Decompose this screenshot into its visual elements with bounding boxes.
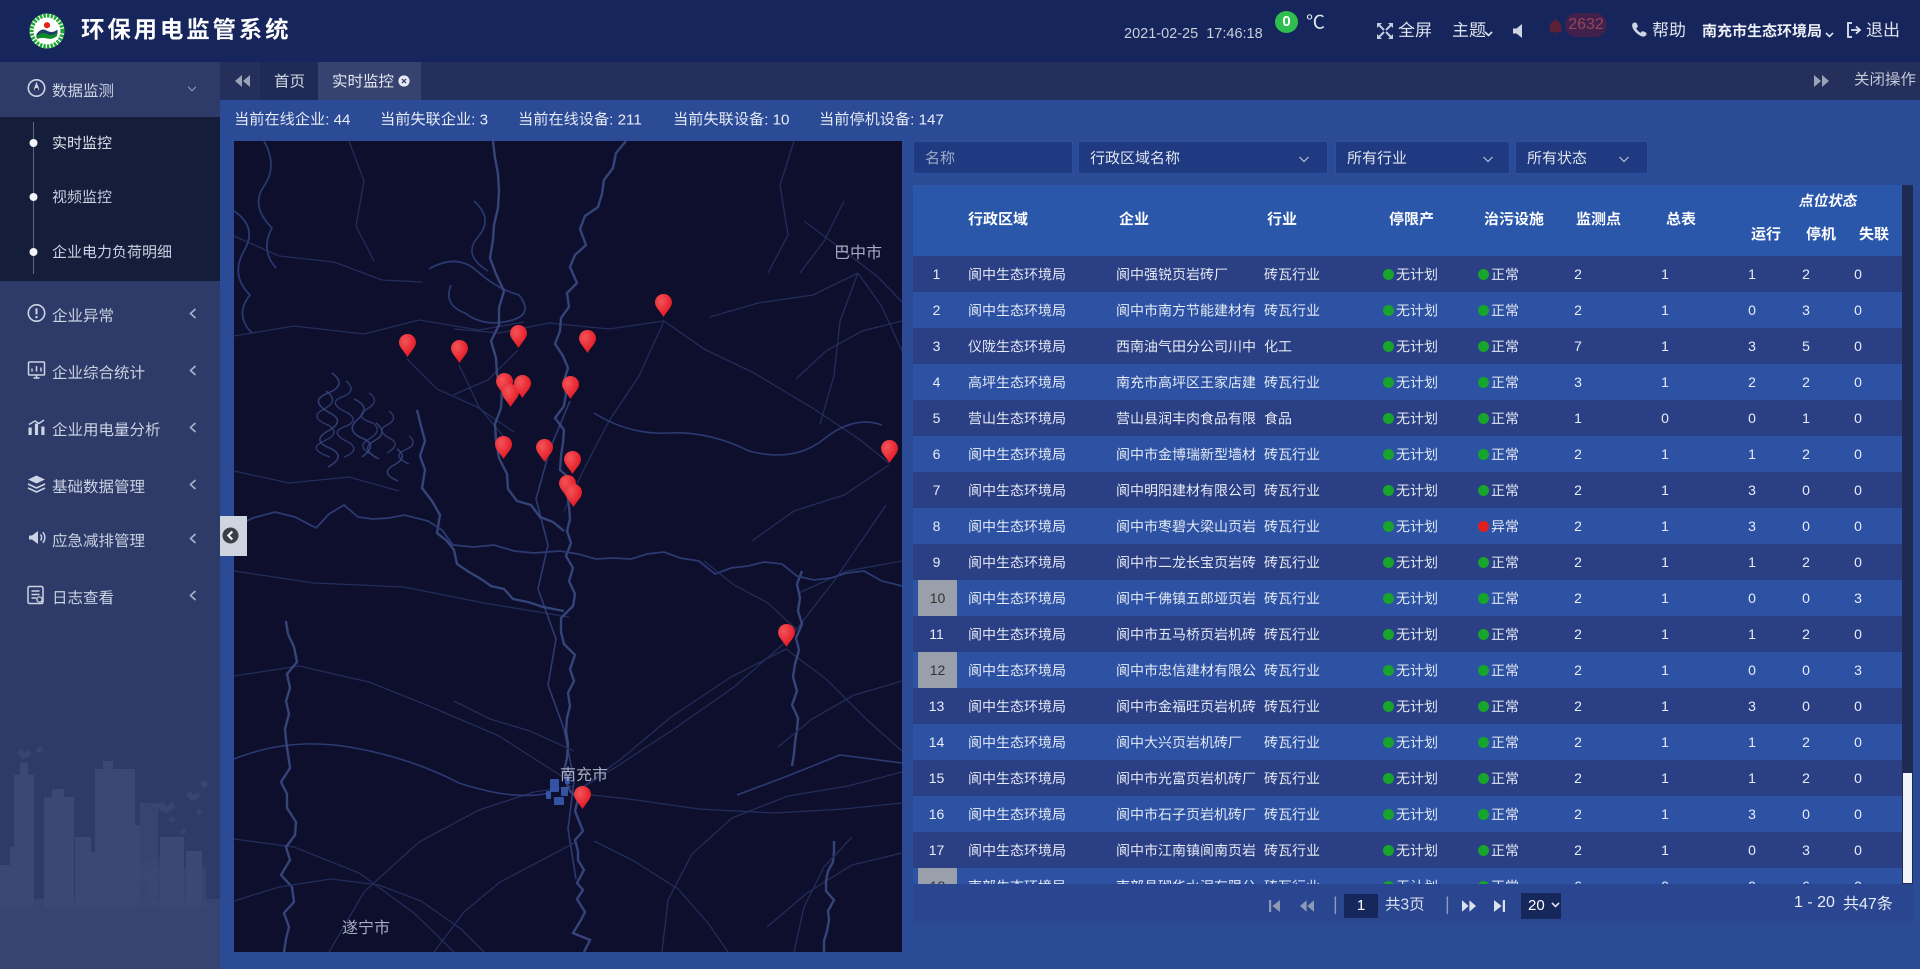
svg-text:: 10: : 10 xyxy=(764,112,789,127)
svg-text:: 211: : 211 xyxy=(609,112,642,127)
svg-text:: 44: : 44 xyxy=(325,112,350,127)
svg-text:: 3: : 3 xyxy=(471,112,488,127)
svg-text:47: 47 xyxy=(1859,896,1877,911)
svg-text:: 147: : 147 xyxy=(910,112,944,127)
svg-text:3: 3 xyxy=(1400,897,1409,912)
